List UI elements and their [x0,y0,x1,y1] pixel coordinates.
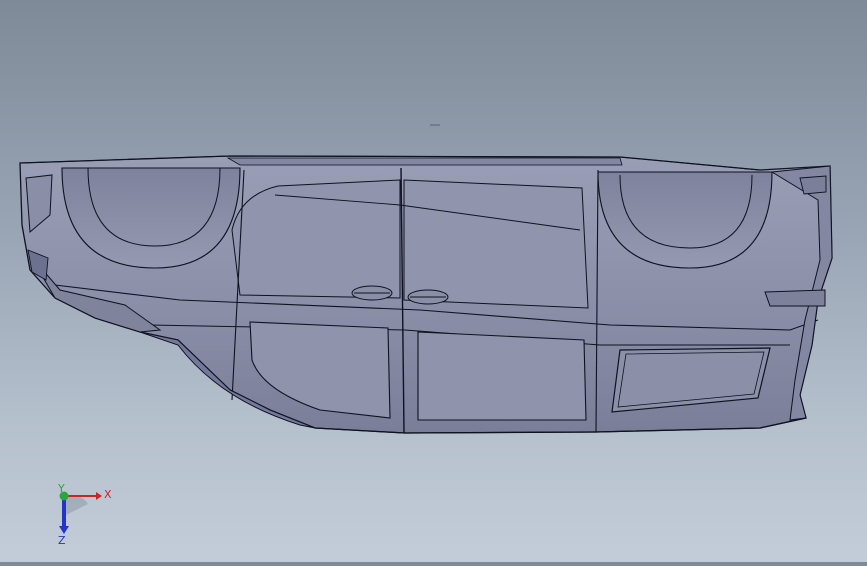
roof-strip [226,157,623,166]
rear-lamp [799,175,827,195]
x-axis-arrow [96,492,102,500]
door-handle-left [351,285,393,301]
upper-panel-right [403,179,589,309]
x-axis-label: X [104,488,112,501]
door-handle-right [407,289,449,305]
z-axis-label: Z [58,534,66,547]
lower-panel-center [417,331,587,421]
van-model[interactable] [0,0,867,562]
rear-handle [764,289,826,307]
z-axis-arrow [59,526,69,534]
coordinate-triad: X Y Z [44,478,124,548]
y-axis-label: Y [57,482,65,495]
3d-viewport[interactable] [0,0,867,562]
upper-panel-left [231,179,401,299]
